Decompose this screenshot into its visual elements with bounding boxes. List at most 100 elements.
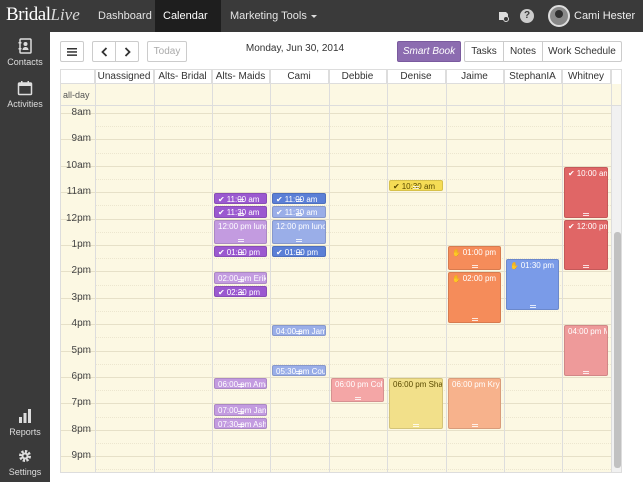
half-hour-line — [95, 205, 611, 207]
hour-line — [61, 324, 611, 326]
event-label: 01:00 pm — [462, 248, 497, 257]
column-divider — [154, 70, 155, 472]
calendar-event[interactable]: ✋ 01:00 pm — [448, 246, 501, 271]
sidebar-item-reports[interactable]: Reports — [0, 408, 50, 437]
calendar-event[interactable]: ✋ 02:00 pm — [448, 272, 501, 324]
calendar-event[interactable]: 05:30 pm Cou — [272, 364, 326, 376]
chevron-down-icon — [310, 14, 317, 18]
calendar-event[interactable]: 06:00 pm Ama — [214, 378, 267, 390]
nav-dashboard-label: Dashboard — [98, 10, 152, 22]
nav-calendar[interactable]: Calendar — [155, 0, 221, 50]
event-label: 04:00 pm Jam — [276, 327, 326, 337]
column-divider — [504, 70, 505, 472]
calendar-event[interactable]: 04:00 pm Maj — [564, 325, 608, 376]
hour-line — [61, 456, 611, 458]
check-icon: ✔ — [218, 195, 225, 205]
hour-label: 7pm — [71, 397, 91, 409]
calendar-event[interactable]: ✋ 01:30 pm — [506, 259, 559, 310]
hour-line — [61, 403, 611, 405]
hour-label: 10am — [65, 159, 91, 171]
half-hour-line — [95, 126, 611, 128]
check-icon: ✔ — [393, 182, 400, 191]
all-day-row[interactable]: all-day — [61, 84, 621, 106]
event-label: 06:00 pm Sha — [393, 380, 443, 389]
check-icon: ✔ — [218, 248, 225, 257]
calendar-event[interactable]: ✔ 10:00 am — [564, 166, 608, 218]
time-grid[interactable]: 8am 9am 10am 11am 12pm 1pm 2pm 3pm 4pm 5pm 6pm 7pm 8… — [61, 106, 621, 472]
column-header: Unassigned — [95, 70, 154, 84]
calendar-event[interactable]: 07:30 pm Ash — [214, 417, 267, 429]
chevron-right-icon — [124, 47, 131, 57]
calendar-event[interactable]: ✔ 11:30 am — [214, 206, 267, 218]
sidebar-item-activities[interactable]: Activities — [0, 80, 50, 109]
calendar-event[interactable]: ✔ 01:00 pm — [272, 246, 326, 258]
calendar-event[interactable]: ✔ 10:30 am — [389, 180, 443, 192]
calendar-event[interactable]: ✔ 11:00 am — [272, 193, 326, 205]
check-icon: ✔ — [568, 168, 575, 178]
event-label: 10:30 am — [401, 182, 436, 191]
sidebar-item-label: Settings — [8, 467, 42, 477]
column-divider — [95, 70, 96, 472]
calendar-event[interactable]: 04:00 pm Jam — [272, 325, 326, 337]
calendar-event[interactable]: 12:00 pm lunc — [272, 219, 326, 244]
hour-label: 2pm — [71, 265, 91, 277]
event-label: 11:00 am — [284, 195, 318, 205]
notifications-icon[interactable] — [496, 9, 510, 23]
help-icon[interactable]: ? — [520, 9, 534, 23]
calendar-event[interactable]: 06:00 pm Kryt — [448, 378, 501, 429]
gear-icon — [19, 450, 31, 462]
event-label: 04:00 pm Maj — [568, 327, 607, 337]
scrollbar-thumb[interactable] — [614, 232, 621, 468]
hour-label: 1pm — [71, 239, 91, 250]
nav-marketing-tools[interactable]: Marketing Tools — [222, 0, 325, 32]
sidebar-item-settings[interactable]: Settings — [0, 448, 50, 477]
calendar-event[interactable]: 06:00 pm Sha — [389, 378, 443, 429]
column-header: Jaime — [446, 70, 504, 84]
check-icon: ✔ — [276, 195, 283, 205]
menu-button[interactable] — [60, 41, 84, 62]
column-header-corner — [61, 70, 95, 84]
sidebar-item-contacts[interactable]: Contacts — [0, 38, 50, 67]
calendar-event[interactable]: ✔ 11:30 am — [272, 206, 326, 218]
tasks-button[interactable]: Tasks — [464, 41, 504, 62]
hour-line — [61, 192, 611, 194]
notes-button[interactable]: Notes — [503, 41, 543, 62]
half-hour-line — [95, 416, 611, 418]
thumbs-up-icon: ✋ — [452, 250, 461, 257]
sidebar-item-label: Activities — [7, 99, 43, 109]
calendar-event[interactable]: 06:00 pm Colt — [331, 378, 384, 403]
next-day-button[interactable] — [115, 41, 139, 62]
user-name: Cami Hester — [574, 10, 636, 22]
calendar-scrollbar[interactable] — [611, 106, 621, 472]
column-header: Whitney — [562, 70, 611, 84]
calendar-event[interactable]: ✔ 12:00 pm — [564, 219, 608, 271]
hour-label: 8pm — [71, 423, 91, 435]
calendar-event[interactable]: 02:00 pm Erik — [214, 272, 267, 284]
prev-day-button[interactable] — [92, 41, 116, 62]
event-label: 06:00 pm Kryt — [452, 380, 501, 389]
column-divider — [329, 70, 330, 472]
column-divider — [387, 70, 388, 472]
top-navbar: BridalLive Dashboard Calendar Marketing … — [0, 0, 643, 50]
event-label: 11:30 am — [226, 208, 260, 218]
hour-line — [61, 113, 611, 114]
half-hour-line — [95, 231, 611, 233]
hour-label: 5pm — [71, 344, 91, 356]
calendar-event[interactable]: ✔ 02:30 pm — [214, 285, 267, 297]
app-logo[interactable]: BridalLive — [0, 0, 82, 32]
event-label: 06:00 pm Ama — [218, 380, 267, 389]
user-menu[interactable]: Cami Hester — [574, 0, 643, 50]
calendar-event[interactable]: 12:00 pm lunc — [214, 219, 267, 244]
calendar-event[interactable]: 07:00 pm Jani — [214, 404, 267, 416]
work-schedule-button[interactable]: Work Schedule — [542, 41, 622, 62]
event-label: 01:00 pm — [226, 248, 261, 257]
calendar-event[interactable]: ✔ 11:00 am — [214, 193, 267, 205]
nav-dashboard[interactable]: Dashboard — [90, 0, 160, 32]
column-divider — [562, 70, 563, 472]
calendar-event[interactable]: ✔ 01:00 pm — [214, 246, 267, 258]
check-icon: ✔ — [218, 287, 225, 297]
avatar[interactable] — [548, 5, 570, 27]
smart-book-button[interactable]: Smart Book — [397, 41, 461, 62]
today-button[interactable]: Today — [147, 41, 187, 62]
event-label: 10:00 am — [576, 168, 608, 178]
